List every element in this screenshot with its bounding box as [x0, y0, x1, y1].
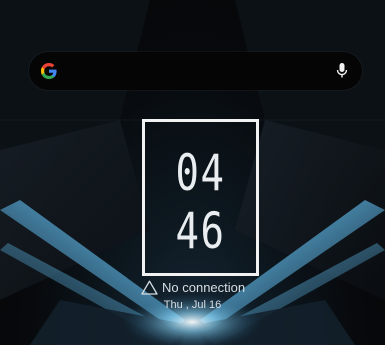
connection-status-text: No connection [162, 279, 246, 295]
google-search-bar[interactable] [29, 52, 362, 90]
date-label: Thu , Jul 16 [163, 299, 222, 311]
lock-screen: 04 46 No connection Thu , Jul 16 [0, 0, 385, 345]
clock-minutes: 46 [175, 202, 226, 260]
clock-hours: 04 [175, 144, 226, 202]
warning-triangle-icon [141, 280, 158, 295]
google-g-icon [41, 63, 57, 79]
microphone-icon[interactable] [336, 62, 348, 80]
clock-widget[interactable]: 04 46 [142, 119, 259, 276]
connection-status: No connection [141, 279, 245, 295]
